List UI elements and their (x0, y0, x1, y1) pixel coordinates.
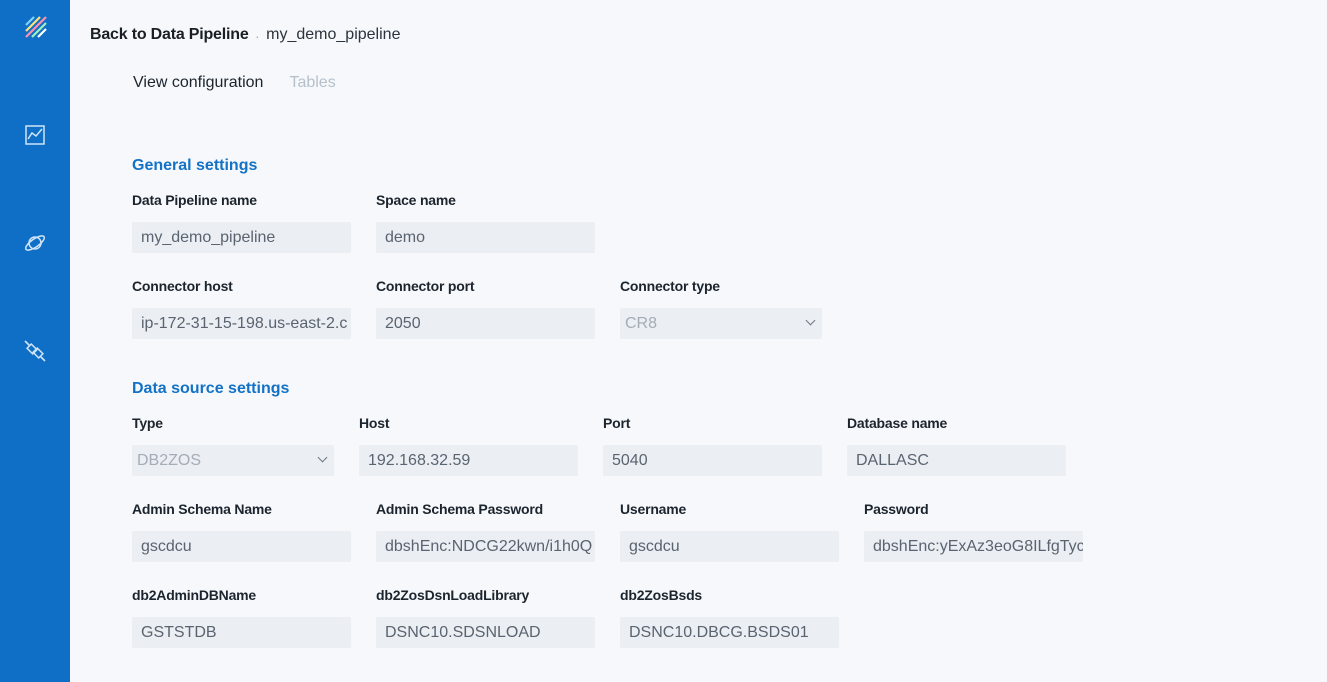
db2-admin-db-name-label: db2AdminDBName (132, 587, 256, 603)
db2-admin-db-name-field: db2AdminDBName GSTSTDB (132, 587, 351, 648)
tab-view-configuration[interactable]: View configuration (133, 74, 263, 92)
admin-schema-password-label: Admin Schema Password (376, 501, 543, 517)
db2-zos-bsds-input[interactable]: DSNC10.DBCG.BSDS01 (620, 617, 839, 648)
space-name-label: Space name (376, 192, 456, 208)
db2-zos-dsn-load-library-field: db2ZosDsnLoadLibrary DSNC10.SDSNLOAD (376, 587, 595, 648)
breadcrumb-separator: . (255, 26, 260, 41)
space-name-field: Space name demo (376, 192, 595, 253)
pipeline-name-label: Data Pipeline name (132, 192, 257, 208)
chevron-down-icon (805, 315, 816, 326)
tab-tables[interactable]: Tables (289, 74, 335, 92)
general-settings-title: General settings (132, 157, 258, 174)
connector-port-input[interactable]: 2050 (376, 308, 595, 339)
breadcrumb: Back to Data Pipeline . my_demo_pipeline (90, 26, 400, 44)
password-label: Password (864, 501, 929, 517)
logo-icon[interactable] (23, 14, 47, 38)
password-input[interactable]: dbshEnc:yExAz3eoG8ILfgTyc (864, 531, 1083, 562)
connector-host-input[interactable]: ip-172-31-15-198.us-east-2.c (132, 308, 351, 339)
connector-type-field: Connector type CR8 (620, 278, 822, 339)
planet-icon[interactable] (23, 231, 47, 255)
breadcrumb-current: my_demo_pipeline (266, 26, 401, 43)
pipeline-name-input[interactable]: my_demo_pipeline (132, 222, 351, 253)
admin-schema-name-field: Admin Schema Name gscdcu (132, 501, 351, 562)
port-label: Port (603, 415, 631, 431)
db2-zos-bsds-field: db2ZosBsds DSNC10.DBCG.BSDS01 (620, 587, 839, 648)
host-input[interactable]: 192.168.32.59 (359, 445, 578, 476)
admin-schema-password-input[interactable]: dbshEnc:NDCG22kwn/i1h0Q (376, 531, 595, 562)
main-content: Back to Data Pipeline . my_demo_pipeline… (70, 0, 1327, 682)
admin-schema-name-label: Admin Schema Name (132, 501, 272, 517)
host-field: Host 192.168.32.59 (359, 415, 578, 476)
db2-zos-dsn-load-library-input[interactable]: DSNC10.SDSNLOAD (376, 617, 595, 648)
username-input[interactable]: gscdcu (620, 531, 839, 562)
connector-type-value: CR8 (625, 315, 658, 332)
space-name-input[interactable]: demo (376, 222, 595, 253)
chevron-down-icon (317, 452, 328, 463)
source-type-label: Type (132, 415, 163, 431)
username-label: Username (620, 501, 687, 517)
db2-zos-dsn-load-library-label: db2ZosDsnLoadLibrary (376, 587, 530, 603)
database-name-field: Database name DALLASC (847, 415, 1066, 476)
port-field: Port 5040 (603, 415, 822, 476)
source-type-value: DB2ZOS (137, 452, 202, 469)
db2-zos-bsds-label: db2ZosBsds (620, 587, 703, 603)
connector-port-field: Connector port 2050 (376, 278, 595, 339)
connector-host-field: Connector host ip-172-31-15-198.us-east-… (132, 278, 351, 339)
port-input[interactable]: 5040 (603, 445, 822, 476)
connector-port-label: Connector port (376, 278, 475, 294)
data-source-settings-title: Data source settings (132, 380, 290, 397)
source-type-field: Type DB2ZOS (132, 415, 334, 476)
sidebar (0, 0, 70, 682)
admin-schema-name-input[interactable]: gscdcu (132, 531, 351, 562)
db2-admin-db-name-input[interactable]: GSTSTDB (132, 617, 351, 648)
host-label: Host (359, 415, 390, 431)
source-type-select[interactable]: DB2ZOS (132, 445, 334, 476)
tab-bar: View configuration Tables (133, 74, 336, 92)
plug-icon[interactable] (23, 339, 47, 363)
connector-type-select[interactable]: CR8 (620, 308, 822, 339)
database-name-label: Database name (847, 415, 948, 431)
password-field: Password dbshEnc:yExAz3eoG8ILfgTyc (864, 501, 1083, 562)
back-to-pipeline-link[interactable]: Back to Data Pipeline (90, 26, 249, 44)
connector-host-label: Connector host (132, 278, 233, 294)
username-field: Username gscdcu (620, 501, 839, 562)
connector-type-label: Connector type (620, 278, 720, 294)
pipeline-name-field: Data Pipeline name my_demo_pipeline (132, 192, 351, 253)
chart-icon[interactable] (23, 123, 47, 147)
admin-schema-password-field: Admin Schema Password dbshEnc:NDCG22kwn/… (376, 501, 595, 562)
database-name-input[interactable]: DALLASC (847, 445, 1066, 476)
